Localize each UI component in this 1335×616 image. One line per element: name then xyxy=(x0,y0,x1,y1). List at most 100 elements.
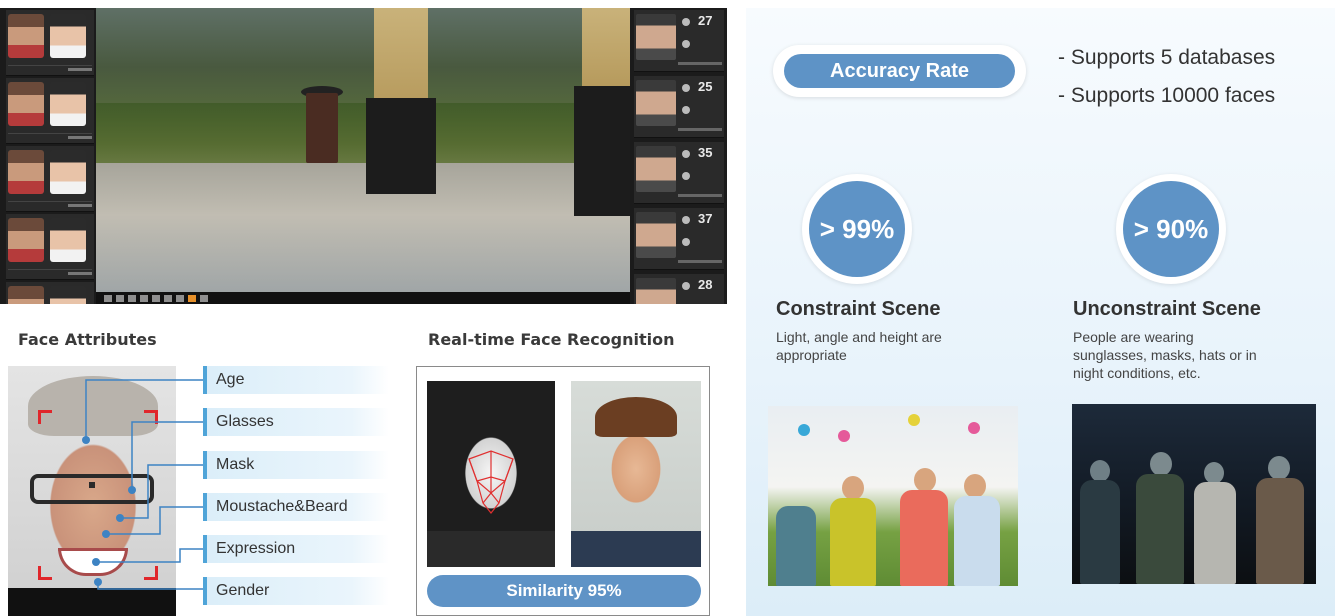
support-faces: - Supports 10000 faces xyxy=(1058,84,1276,107)
face-landmark-image xyxy=(427,381,555,567)
support-databases: - Supports 5 databases xyxy=(1058,46,1276,69)
desc-line: night conditions, etc. xyxy=(1073,365,1201,381)
pillar-left xyxy=(374,8,428,108)
captured-face xyxy=(8,82,44,126)
toolbar-button[interactable] xyxy=(200,295,208,302)
attribute-age: Age xyxy=(203,366,389,394)
gender-icon xyxy=(682,84,690,92)
pillar-left-base xyxy=(366,98,436,194)
result-card[interactable]: 28 xyxy=(634,274,724,304)
unconstraint-scene-photo xyxy=(1072,404,1316,584)
live-video-feed[interactable] xyxy=(96,8,630,304)
toolbar-button[interactable] xyxy=(164,295,172,302)
result-face xyxy=(636,80,676,126)
timestamp-line xyxy=(678,260,722,263)
capture-card[interactable] xyxy=(6,146,94,212)
constraint-scene-desc: Light, angle and height are appropriate xyxy=(776,328,1006,364)
capture-meta xyxy=(8,65,92,71)
attribute-connector-lines xyxy=(82,379,203,590)
gender-icon xyxy=(682,18,690,26)
attribute-expression: Expression xyxy=(203,535,389,563)
gender-icon xyxy=(682,282,690,290)
capture-card[interactable] xyxy=(6,214,94,280)
unconstraint-rate-value: > 90% xyxy=(1123,181,1219,277)
captured-face xyxy=(8,14,44,58)
database-face-image xyxy=(571,381,701,567)
similarity-badge: Similarity 95% xyxy=(427,575,701,607)
toolbar-button[interactable] xyxy=(104,295,112,302)
result-face xyxy=(636,146,676,192)
masked-person xyxy=(1256,478,1304,584)
age-value: 28 xyxy=(698,277,713,292)
person-head xyxy=(914,468,936,492)
capture-card[interactable] xyxy=(6,78,94,144)
result-card[interactable]: 25 xyxy=(634,76,724,138)
attribute-glasses: Glasses xyxy=(203,408,389,436)
timestamp-line xyxy=(678,128,722,131)
result-face xyxy=(636,212,676,258)
recognition-results-list: 27 25 35 37 28 xyxy=(634,8,724,304)
age-value: 25 xyxy=(698,79,713,94)
accuracy-rate-pill: Accuracy Rate xyxy=(773,45,1026,97)
capture-meta xyxy=(8,269,92,275)
toolbar-button[interactable] xyxy=(140,295,148,302)
database-face xyxy=(50,150,86,194)
lantern xyxy=(908,414,920,426)
landmark-mesh xyxy=(427,450,555,567)
surveillance-window: 27 25 35 37 28 xyxy=(0,8,727,304)
unconstraint-scene-title: Unconstraint Scene xyxy=(1073,298,1261,320)
accuracy-rate-label: Accuracy Rate xyxy=(784,54,1015,88)
database-face xyxy=(50,14,86,58)
timestamp-line xyxy=(678,194,722,197)
captured-faces-list xyxy=(6,8,94,304)
trash-bin xyxy=(306,93,338,163)
person-head xyxy=(964,474,986,498)
gender-icon xyxy=(682,216,690,224)
masked-head xyxy=(1150,452,1172,476)
masked-head xyxy=(1090,460,1110,482)
masked-head xyxy=(1268,456,1290,480)
desc-line: appropriate xyxy=(776,347,847,363)
toolbar-button[interactable] xyxy=(152,295,160,302)
constraint-scene-photo xyxy=(768,406,1018,586)
capture-card[interactable] xyxy=(6,282,94,304)
lantern xyxy=(968,422,980,434)
person-background xyxy=(776,506,816,586)
result-card[interactable]: 27 xyxy=(634,10,724,72)
database-face xyxy=(50,218,86,262)
expression-icon xyxy=(682,172,690,180)
recognition-panel: Similarity 95% xyxy=(416,366,710,616)
desc-line: sunglasses, masks, hats or in xyxy=(1073,347,1257,363)
hedge-scenery xyxy=(96,103,630,163)
toolbar-button-active[interactable] xyxy=(188,295,196,302)
recognition-title: Real-time Face Recognition xyxy=(428,330,675,349)
suit xyxy=(571,531,701,567)
database-face xyxy=(50,286,86,304)
captured-face xyxy=(8,150,44,194)
capture-card[interactable] xyxy=(6,10,94,76)
result-card[interactable]: 35 xyxy=(634,142,724,204)
gender-icon xyxy=(682,150,690,158)
unconstraint-scene-desc: People are wearing sunglasses, masks, ha… xyxy=(1073,328,1313,382)
captured-face xyxy=(8,286,44,304)
expression-icon xyxy=(682,238,690,246)
person-yellow-dress xyxy=(830,498,876,586)
expression-icon xyxy=(682,40,690,48)
attribute-gender: Gender xyxy=(203,577,389,605)
result-card[interactable]: 37 xyxy=(634,208,724,270)
masked-head xyxy=(1204,462,1224,484)
age-value: 27 xyxy=(698,13,713,28)
capture-meta xyxy=(8,133,92,139)
database-face xyxy=(50,82,86,126)
pillar-right-base xyxy=(574,86,630,216)
captured-face xyxy=(8,218,44,262)
toolbar-button[interactable] xyxy=(128,295,136,302)
toolbar-button[interactable] xyxy=(116,295,124,302)
constraint-rate-circle: > 99% xyxy=(802,174,912,284)
desc-line: Light, angle and height are xyxy=(776,329,942,345)
constraint-scene-title: Constraint Scene xyxy=(776,298,941,320)
toolbar-button[interactable] xyxy=(176,295,184,302)
lantern xyxy=(798,424,810,436)
unconstraint-rate-circle: > 90% xyxy=(1116,174,1226,284)
attribute-mask: Mask xyxy=(203,451,389,479)
